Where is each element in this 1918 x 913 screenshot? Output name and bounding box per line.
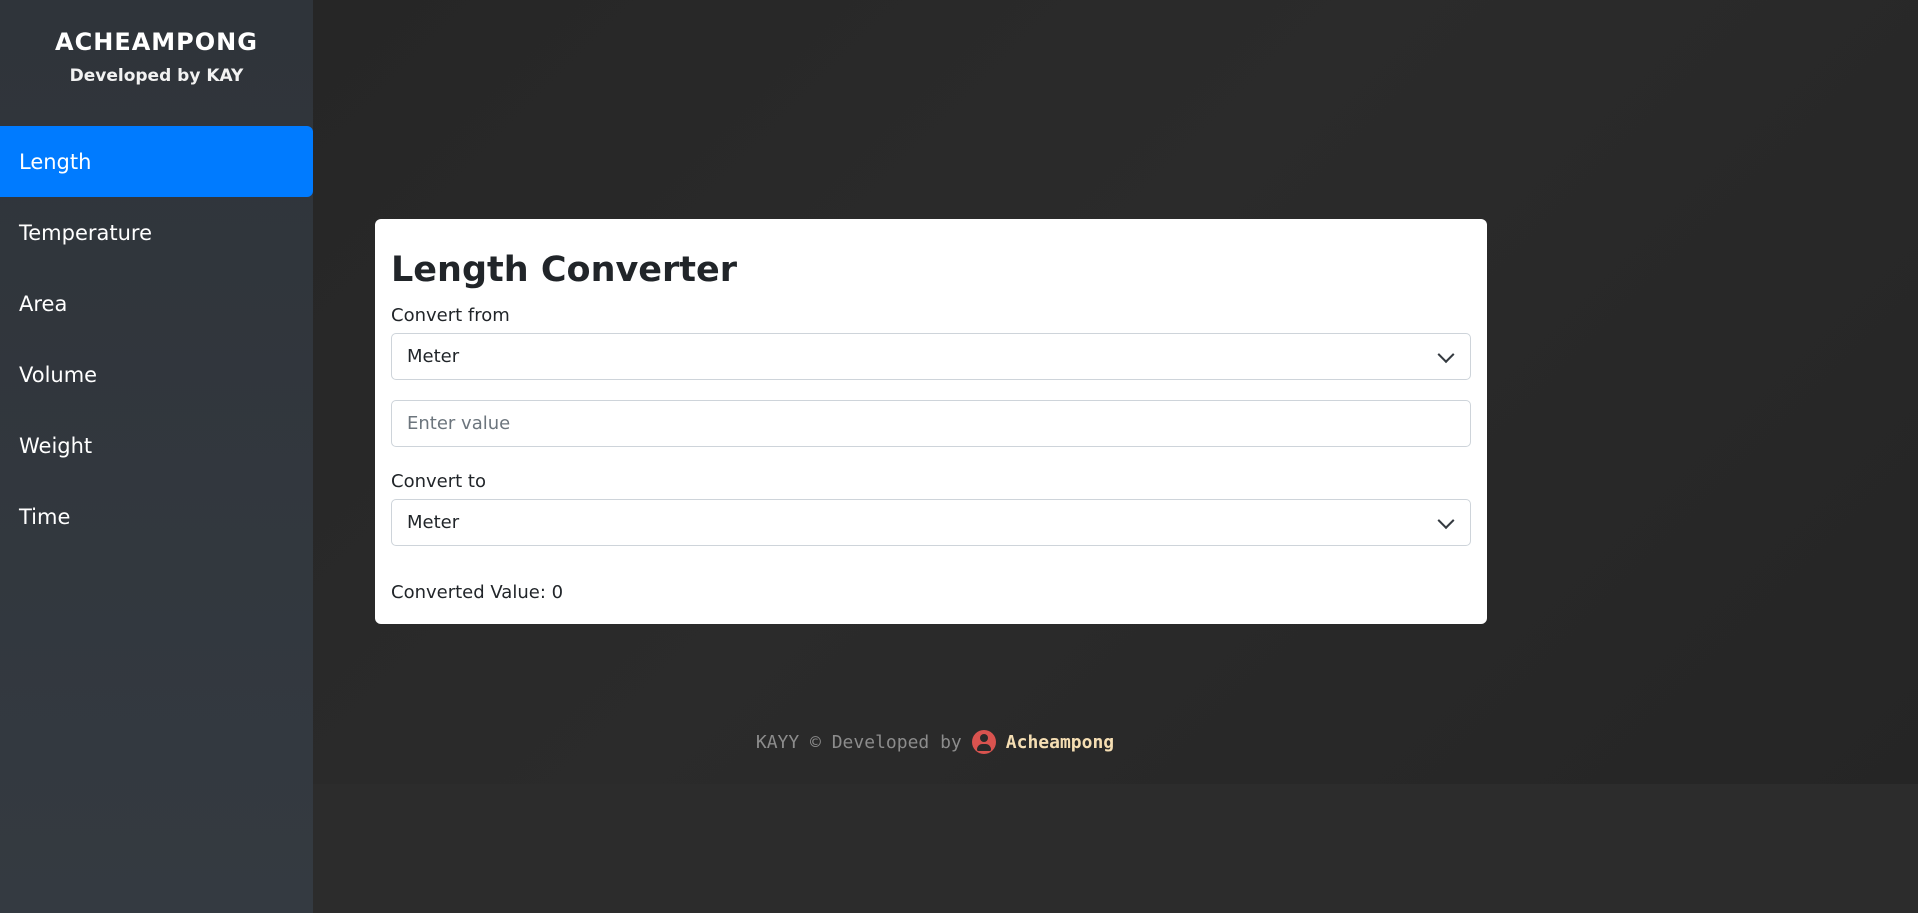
sidebar-item-weight[interactable]: Weight: [0, 410, 313, 481]
brand-subtitle: Developed by KAY: [69, 66, 244, 86]
bottom-strip: [313, 784, 1918, 913]
sidebar-item-area[interactable]: Area: [0, 268, 313, 339]
chevron-down-icon: [1437, 511, 1455, 529]
convert-from-select[interactable]: Meter: [391, 333, 1471, 380]
convert-to-value: Meter: [407, 512, 460, 533]
footer-credit: KAYY © Developed by: [755, 731, 962, 753]
brand-logo: ACHEAMPONG: [55, 28, 258, 56]
sidebar-item-length[interactable]: Length: [0, 126, 313, 197]
convert-to-label: Convert to: [391, 471, 486, 492]
sidebar-item-volume[interactable]: Volume: [0, 339, 313, 410]
converted-value: Converted Value: 0: [391, 582, 564, 603]
converter-card: Length Converter Convert from Meter Ente…: [375, 219, 1487, 624]
value-input[interactable]: Enter value: [391, 400, 1471, 447]
sidebar: ACHEAMPONG Developed by KAY Length Tempe…: [0, 0, 313, 913]
convert-to-select[interactable]: Meter: [391, 499, 1471, 546]
sidebar-nav: Length Temperature Area Volume Weight Ti…: [0, 126, 313, 552]
footer: KAYY © Developed by Acheampong: [313, 730, 1557, 754]
main-content: Length Converter Convert from Meter Ente…: [313, 0, 1918, 784]
sidebar-item-temperature[interactable]: Temperature: [0, 197, 313, 268]
user-circle-icon: [971, 730, 996, 754]
footer-author-link[interactable]: Acheampong: [1006, 732, 1114, 753]
sidebar-item-time[interactable]: Time: [0, 481, 313, 552]
convert-from-value: Meter: [407, 346, 460, 367]
chevron-down-icon: [1437, 345, 1455, 363]
brand: ACHEAMPONG Developed by KAY: [0, 0, 313, 100]
value-input-placeholder: Enter value: [407, 413, 511, 434]
page-title: Length Converter: [391, 250, 738, 290]
convert-from-label: Convert from: [391, 305, 510, 326]
